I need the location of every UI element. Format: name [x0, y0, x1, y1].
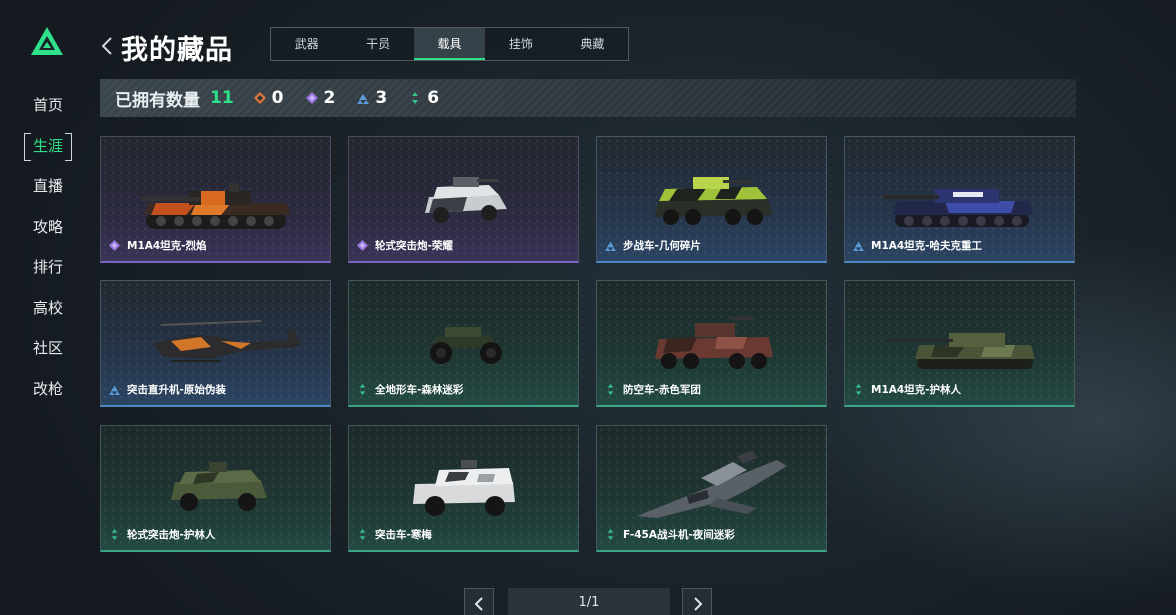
green-diamond-icon [359, 384, 366, 395]
collection-card[interactable]: 步战车-几何碎片 [596, 136, 827, 263]
rarity-count: 3 [375, 88, 388, 108]
card-name: M1A4坦克-烈焰 [127, 240, 207, 252]
collection-card[interactable]: 防空车-赤色军团 [596, 280, 827, 407]
page-title: 我的藏品 [121, 35, 233, 66]
card-label: F-45A战斗机-夜间迷彩 [605, 527, 735, 542]
armored-car-icon [425, 177, 507, 223]
card-label: 防空车-赤色军团 [605, 382, 701, 397]
purple-diamond-icon [357, 240, 368, 251]
card-label: 轮式突击炮-荣耀 [357, 238, 453, 253]
rarity-count-blue: 3 [357, 88, 387, 108]
rarity-count: 0 [271, 88, 284, 108]
tank-icon [887, 333, 1035, 369]
rarity-count: 6 [427, 88, 440, 108]
tank-icon [141, 183, 291, 229]
helicopter-icon [153, 320, 301, 362]
tank-icon [883, 189, 1033, 227]
collection-card[interactable]: 轮式突击炮-荣耀 [348, 136, 579, 263]
collection-card[interactable]: F-45A战斗机-夜间迷彩 [596, 425, 827, 552]
atv-icon [430, 327, 502, 364]
sidebar-nav: 首页 生涯 直播 攻略 排行 高校 社区 改枪 [20, 92, 76, 416]
card-label: M1A4坦克-护林人 [853, 382, 961, 397]
sidebar-item-rankings[interactable]: 排行 [20, 254, 76, 280]
sidebar-item-career[interactable]: 生涯 [20, 132, 76, 161]
green-diamond-icon [607, 384, 614, 395]
card-name: M1A4坦克-哈夫克重工 [871, 240, 983, 252]
purple-diamond-icon [305, 92, 318, 104]
rarity-count: 2 [323, 88, 336, 108]
collection-card[interactable]: 全地形车-森林迷彩 [348, 280, 579, 407]
collection-grid: M1A4坦克-烈焰 轮式突击炮-荣耀 步战车-几何碎片 M1A4坦克-哈夫克重工… [100, 136, 1080, 556]
card-name: 轮式突击炮-荣耀 [375, 240, 453, 252]
blue-diamond-icon [357, 94, 370, 104]
sidebar-item-guides[interactable]: 攻略 [20, 214, 76, 240]
card-name: 步战车-几何碎片 [623, 240, 701, 252]
card-label: M1A4坦克-哈夫克重工 [853, 238, 982, 253]
card-name: F-45A战斗机-夜间迷彩 [623, 529, 735, 541]
orange-diamond-icon [253, 92, 266, 104]
sidebar-item-live[interactable]: 直播 [20, 173, 76, 199]
tab-pendants[interactable]: 挂饰 [485, 28, 556, 60]
page-indicator: 1/1 [508, 588, 670, 615]
owned-summary-bar: 已拥有数量 11 0 2 3 6 [100, 79, 1076, 117]
blue-diamond-icon [605, 241, 616, 251]
card-label: 全地形车-森林迷彩 [357, 382, 463, 397]
assault-truck-icon [413, 460, 515, 516]
card-label: 突击车-寒梅 [357, 527, 432, 542]
card-name: 轮式突击炮-护林人 [127, 529, 216, 541]
chevron-left-icon [474, 597, 483, 611]
next-page-button[interactable] [682, 588, 712, 615]
tab-operators[interactable]: 干员 [342, 28, 413, 60]
category-tabs: 武器 干员 载具 挂饰 典藏 [270, 27, 629, 61]
green-diamond-icon [111, 529, 118, 540]
jet-icon [637, 450, 787, 518]
card-name: M1A4坦克-护林人 [871, 384, 962, 396]
tab-weapons[interactable]: 武器 [271, 28, 342, 60]
green-diamond-icon [607, 529, 614, 540]
tab-collection[interactable]: 典藏 [557, 28, 628, 60]
card-label: 突击直升机-原始伪装 [109, 382, 226, 397]
sidebar-item-community[interactable]: 社区 [20, 335, 76, 361]
chevron-right-icon [694, 597, 703, 611]
rarity-count-green: 6 [409, 88, 439, 108]
sidebar-item-home[interactable]: 首页 [20, 92, 76, 118]
card-name: 突击直升机-原始伪装 [127, 384, 226, 396]
rarity-count-purple: 2 [305, 88, 336, 108]
blue-diamond-icon [853, 241, 864, 251]
collection-card[interactable]: 轮式突击炮-护林人 [100, 425, 331, 552]
ifv-icon [655, 177, 773, 225]
sidebar-item-universities[interactable]: 高校 [20, 295, 76, 321]
prev-page-button[interactable] [464, 588, 494, 615]
blue-diamond-icon [109, 385, 120, 395]
collection-card[interactable]: 突击直升机-原始伪装 [100, 280, 331, 407]
owned-count: 11 [210, 88, 234, 108]
rarity-count-orange: 0 [253, 88, 284, 108]
card-name: 防空车-赤色军团 [623, 384, 701, 396]
green-diamond-icon [855, 384, 862, 395]
owned-label: 已拥有数量 [115, 90, 200, 111]
card-label: 步战车-几何碎片 [605, 238, 701, 253]
collection-card[interactable]: M1A4坦克-哈夫克重工 [844, 136, 1075, 263]
collection-card[interactable]: M1A4坦克-烈焰 [100, 136, 331, 263]
back-arrow-icon[interactable] [100, 36, 114, 56]
collection-card[interactable]: 突击车-寒梅 [348, 425, 579, 552]
purple-diamond-icon [109, 240, 120, 251]
sidebar-item-gunsmith[interactable]: 改枪 [20, 376, 76, 402]
card-name: 全地形车-森林迷彩 [375, 384, 464, 396]
armored-car-icon [171, 462, 267, 511]
green-diamond-icon [412, 92, 419, 104]
collection-card[interactable]: M1A4坦克-护林人 [844, 280, 1075, 407]
tab-vehicles[interactable]: 载具 [413, 28, 486, 60]
card-name: 突击车-寒梅 [375, 529, 432, 541]
app-logo-icon [31, 27, 63, 55]
card-label: 轮式突击炮-护林人 [109, 527, 215, 542]
green-diamond-icon [359, 529, 366, 540]
aa-vehicle-icon [655, 317, 773, 369]
card-label: M1A4坦克-烈焰 [109, 238, 207, 253]
